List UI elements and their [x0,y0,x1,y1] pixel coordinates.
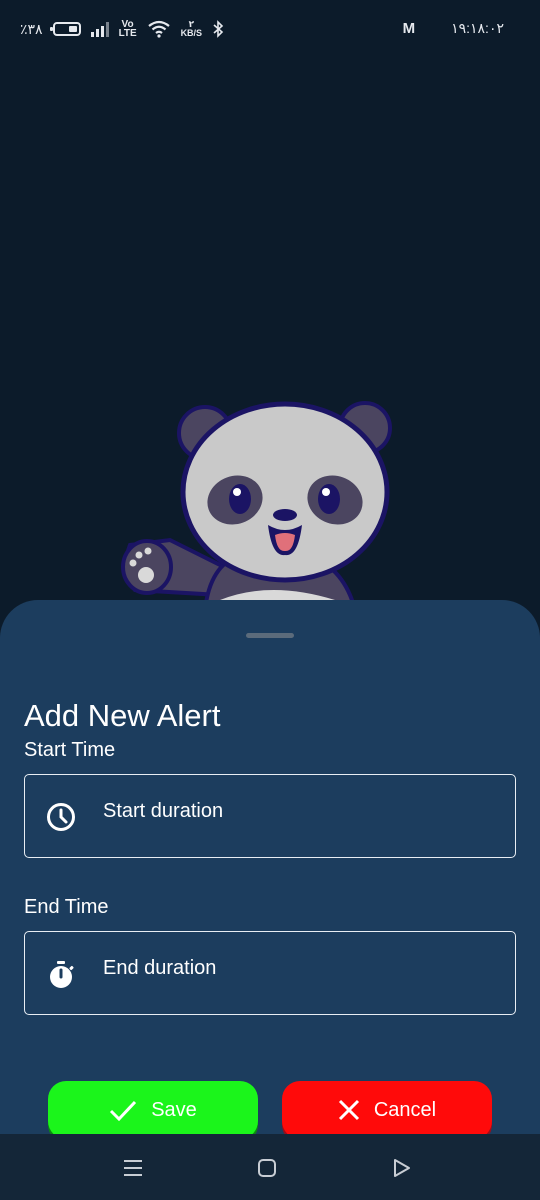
home-icon[interactable] [255,1156,279,1180]
end-duration-placeholder: End duration [103,957,217,979]
volte-icon: Vo LTE [118,19,137,39]
signal-icon [90,21,109,37]
battery-icon [49,22,81,36]
bluetooth-icon [213,20,224,38]
status-left: ٪۳۸ Vo LTE ۲ KB/S [20,19,224,39]
end-duration-field[interactable]: End duration [24,931,516,1015]
stopwatch-icon [50,961,74,988]
status-bar: ٪۳۸ Vo LTE ۲ KB/S M ۱۹:۱۸:۰۲ [0,0,540,64]
gmail-icon: M [402,20,416,37]
panda-illustration [121,401,392,610]
start-duration-placeholder: Start duration [103,800,224,822]
drag-handle[interactable] [246,633,294,638]
cancel-label: Cancel [373,1098,437,1121]
save-button[interactable]: Save [48,1081,258,1139]
clock-icon [47,803,75,831]
navigation-bar [0,1134,540,1200]
check-icon [110,1100,137,1121]
save-label: Save [151,1098,197,1121]
close-icon [338,1099,359,1121]
status-time: ۱۹:۱۸:۰۲ [451,20,504,36]
add-alert-sheet: Add New Alert Start Time Start duration … [0,600,540,1200]
speed-unit: KB/S [180,28,203,38]
battery-percentage: ٪۳۸ [20,20,43,37]
back-icon[interactable] [389,1156,413,1180]
cancel-button[interactable]: Cancel [282,1081,492,1139]
wifi-icon [147,20,170,38]
status-right: M ۱۹:۱۸:۰۲ [403,20,504,37]
start-duration-field[interactable]: Start duration [24,774,516,858]
start-time-label: Start Time [24,739,116,761]
end-time-label: End Time [24,896,109,918]
sheet-title: Add New Alert [24,698,221,733]
menu-icon[interactable] [121,1156,145,1180]
network-speed: ۲ KB/S [181,20,203,38]
